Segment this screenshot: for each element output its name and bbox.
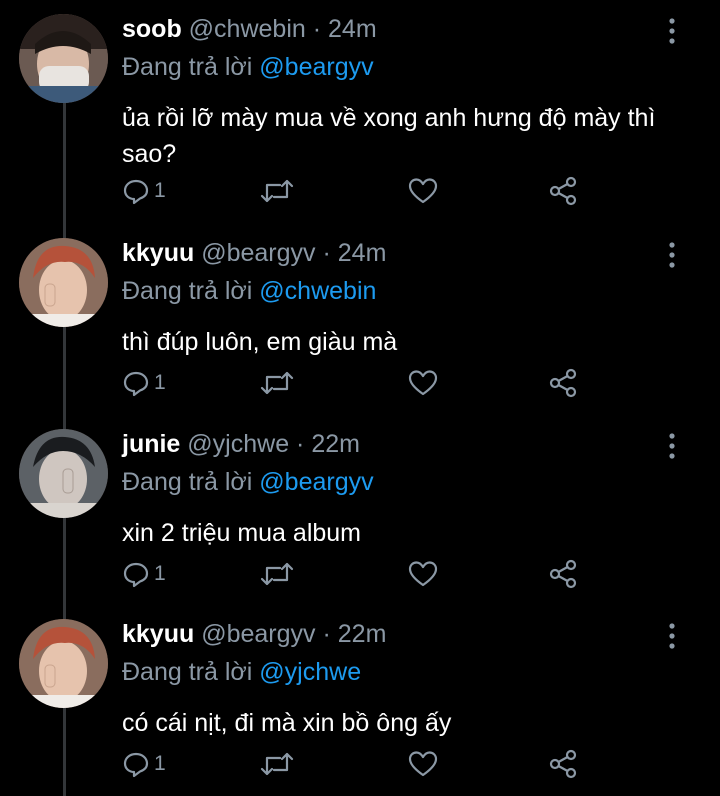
retweet-icon [260,179,294,203]
share-icon [549,368,577,398]
timestamp[interactable]: 24m [328,15,377,43]
avatar[interactable] [19,238,108,327]
timestamp[interactable]: 24m [338,239,387,267]
replying-to: Đang trả lời @chwebin [122,276,376,306]
tweet-actions: 1 [122,749,592,779]
reply-button[interactable]: 1 [122,176,166,206]
heart-icon [408,751,438,777]
mention-link[interactable]: @chwebin [259,277,376,305]
tweet-actions: 1 [122,559,592,589]
reply-icon [123,371,149,397]
mention-link[interactable]: @yjchwe [259,658,361,686]
reply-icon [123,752,149,778]
replying-to: Đang trả lời @beargyv [122,467,374,497]
tweet-header: junie @yjchwe · 22m [122,429,360,459]
tweet-text: có cái nịt, đi mà xin bồ ông ấy [122,709,452,737]
handle[interactable]: @beargyv [201,620,315,648]
tweet-actions: 1 [122,176,592,206]
reply-prefix: Đang trả lời [122,468,253,496]
reply-count: 1 [154,179,166,202]
display-name[interactable]: soob [122,15,182,43]
more-options-icon[interactable] [664,623,680,649]
share-icon [549,176,577,206]
heart-icon [408,178,438,204]
tweet-text: thì đúp luôn, em giàu mà [122,328,398,356]
replying-to: Đang trả lời @beargyv [122,52,374,82]
share-button[interactable] [548,749,578,779]
like-button[interactable] [408,368,438,398]
retweet-button[interactable] [260,368,294,398]
tweet-header: kkyuu @beargyv · 24m [122,238,386,268]
reply-prefix: Đang trả lời [122,658,253,686]
share-button[interactable] [548,368,578,398]
more-options-icon[interactable] [664,433,680,459]
tweet-text: ủa rồi lỡ mày mua về xong anh hưng độ mà… [122,104,656,168]
separator: · [322,239,331,267]
reply-count: 1 [154,562,166,585]
timestamp[interactable]: 22m [311,430,360,458]
timestamp[interactable]: 22m [338,620,387,648]
separator: · [296,430,305,458]
retweet-icon [260,371,294,395]
reply-button[interactable]: 1 [122,368,166,398]
display-name[interactable]: junie [122,430,180,458]
mention-link[interactable]: @beargyv [259,468,373,496]
reply-count: 1 [154,371,166,394]
reply-button[interactable]: 1 [122,749,166,779]
tweet-text: xin 2 triệu mua album [122,519,362,547]
retweet-button[interactable] [260,559,294,589]
like-button[interactable] [408,559,438,589]
reply-prefix: Đang trả lời [122,53,253,81]
reply-icon [123,179,149,205]
more-options-icon[interactable] [664,242,680,268]
replying-to: Đang trả lời @yjchwe [122,657,361,687]
avatar[interactable] [19,429,108,518]
reply-button[interactable]: 1 [122,559,166,589]
tweet-actions: 1 [122,368,592,398]
reply-count: 1 [154,752,166,775]
mention-link[interactable]: @beargyv [259,53,373,81]
heart-icon [408,370,438,396]
like-button[interactable] [408,176,438,206]
tweet-header: soob @chwebin · 24m [122,14,377,44]
handle[interactable]: @yjchwe [187,430,289,458]
retweet-button[interactable] [260,176,294,206]
tweet-header: kkyuu @beargyv · 22m [122,619,386,649]
share-button[interactable] [548,176,578,206]
more-options-icon[interactable] [664,18,680,44]
reply-icon [123,562,149,588]
share-icon [549,749,577,779]
share-icon [549,559,577,589]
heart-icon [408,561,438,587]
retweet-icon [260,562,294,586]
display-name[interactable]: kkyuu [122,620,194,648]
separator: · [322,620,331,648]
avatar[interactable] [19,619,108,708]
handle[interactable]: @chwebin [189,15,306,43]
handle[interactable]: @beargyv [201,239,315,267]
share-button[interactable] [548,559,578,589]
separator: · [312,15,322,43]
avatar[interactable] [19,14,108,103]
retweet-icon [260,752,294,776]
like-button[interactable] [408,749,438,779]
reply-prefix: Đang trả lời [122,277,253,305]
display-name[interactable]: kkyuu [122,239,194,267]
retweet-button[interactable] [260,749,294,779]
